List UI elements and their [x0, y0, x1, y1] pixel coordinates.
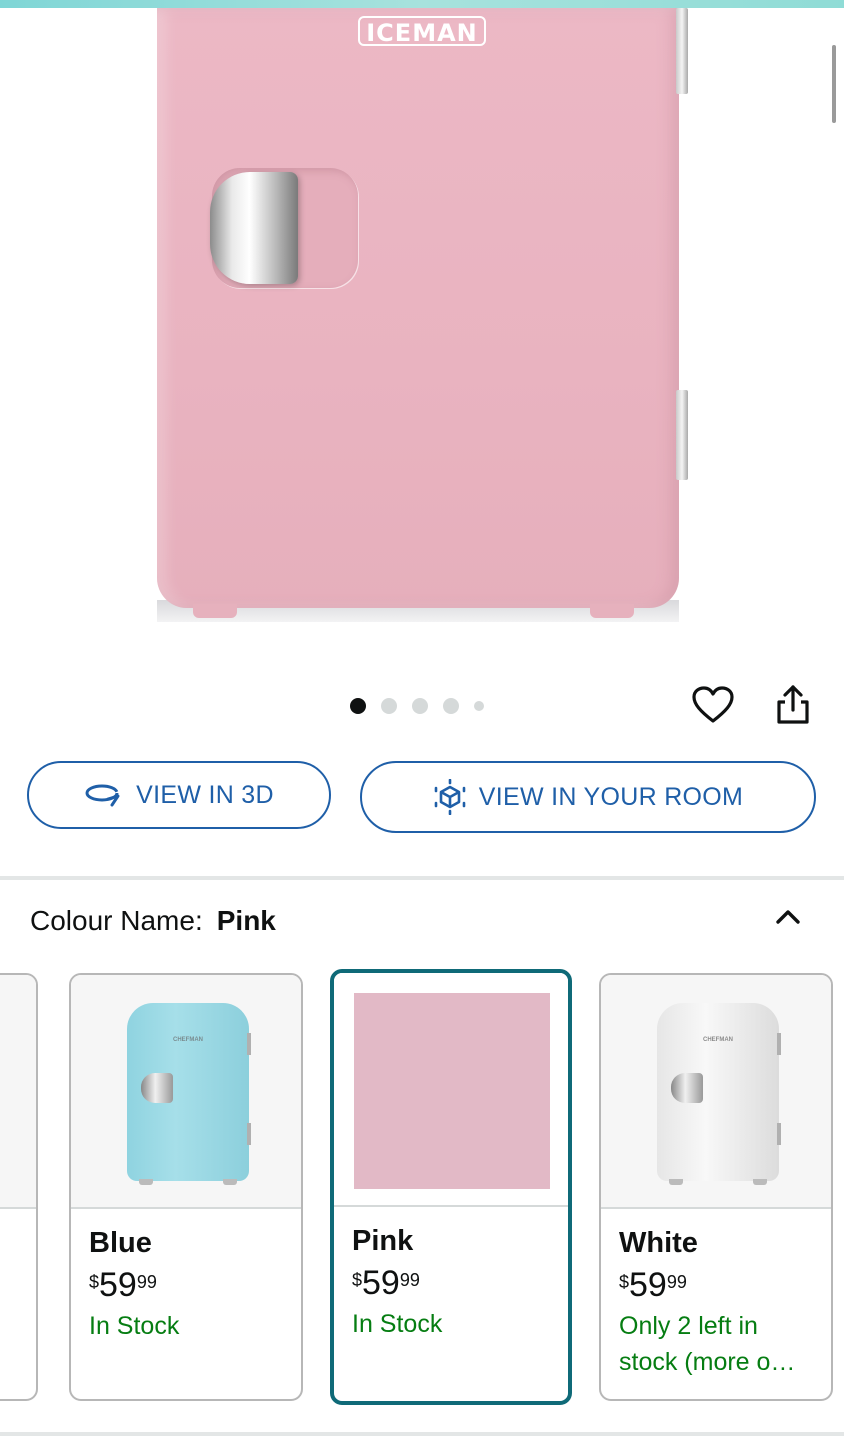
- colour-option-price: $59 99: [89, 1266, 283, 1304]
- colour-option-image: CHEFMAN: [601, 975, 831, 1209]
- favorite-button[interactable]: [690, 682, 736, 728]
- brand-logo: ICEMAN: [358, 16, 486, 47]
- colour-option-pink[interactable]: Pink $59 99 In Stock: [330, 969, 572, 1405]
- colour-option-image: CHEFMAN: [71, 975, 301, 1209]
- view-in-your-room-label: VIEW IN YOUR ROOM: [478, 782, 744, 811]
- heart-icon: [692, 686, 734, 723]
- mini-hinge: [247, 1033, 251, 1055]
- colour-option-name: Pink: [352, 1225, 414, 1257]
- product-image[interactable]: ICEMAN: [0, 8, 844, 648]
- fridge-handle: [210, 172, 298, 284]
- view-in-3d-label: VIEW IN 3D: [136, 780, 274, 809]
- view-in-3d-button[interactable]: VIEW IN 3D: [27, 761, 331, 829]
- share-icon: [777, 685, 809, 724]
- top-accent-bar: [0, 0, 844, 8]
- price-whole: 59: [99, 1266, 137, 1304]
- stock-status: In Stock: [89, 1312, 180, 1340]
- carousel-dot[interactable]: [381, 698, 397, 714]
- fridge-foot-left: [193, 604, 237, 618]
- mini-handle: [141, 1073, 173, 1103]
- fridge-body: [157, 8, 679, 608]
- price-fraction: 99: [399, 1270, 420, 1290]
- share-button[interactable]: [770, 682, 816, 728]
- mini-hinge: [777, 1033, 781, 1055]
- mini-foot: [753, 1179, 767, 1185]
- colour-option-name: White: [619, 1227, 698, 1259]
- price-fraction: 99: [136, 1272, 157, 1292]
- price-whole: 59: [629, 1266, 667, 1304]
- colour-option-image: [0, 975, 36, 1209]
- mini-fridge-white: CHEFMAN: [657, 1003, 781, 1185]
- colour-option-name: Blue: [89, 1227, 152, 1259]
- price-currency: $: [89, 1272, 100, 1292]
- colour-option-price: $59 99: [619, 1266, 813, 1304]
- carousel-dot[interactable]: [443, 698, 459, 714]
- colour-option-price: $59 99: [352, 1264, 550, 1302]
- ar-cube-icon: [434, 779, 466, 815]
- fridge-foot-right: [590, 604, 634, 618]
- mini-fridge-blue: CHEFMAN: [127, 1003, 251, 1185]
- carousel-dot[interactable]: [350, 698, 366, 714]
- colour-option-card[interactable]: [0, 973, 38, 1401]
- section-divider: [0, 1432, 844, 1436]
- mini-brand-logo: CHEFMAN: [173, 1037, 203, 1043]
- chevron-up-icon: [776, 910, 800, 924]
- mini-foot: [223, 1179, 237, 1185]
- stock-status: Only 2 left in stock (more o…: [619, 1312, 796, 1376]
- carousel-indicator[interactable]: [350, 698, 484, 714]
- mini-handle: [671, 1073, 703, 1103]
- fridge-hinge-top: [676, 8, 688, 94]
- stock-status: In Stock: [352, 1310, 443, 1338]
- mini-brand-logo: CHEFMAN: [703, 1037, 733, 1043]
- price-fraction: 99: [666, 1272, 687, 1292]
- section-divider: [0, 876, 844, 880]
- carousel-dot[interactable]: [412, 698, 428, 714]
- rotate-3d-icon: [85, 784, 120, 807]
- mini-foot: [139, 1179, 153, 1185]
- price-currency: $: [352, 1270, 363, 1290]
- mini-hinge: [777, 1123, 781, 1145]
- colour-option-blue[interactable]: CHEFMAN Blue $59 99 In Stock: [69, 973, 303, 1401]
- mini-hinge: [247, 1123, 251, 1145]
- price-currency: $: [619, 1272, 630, 1292]
- colour-option-image: [334, 973, 568, 1207]
- colour-name-row: Colour Name: Pink: [30, 905, 276, 937]
- colour-name-label: Colour Name:: [30, 905, 203, 936]
- colour-option-white[interactable]: CHEFMAN White $59 99 Only 2 left in stock…: [599, 973, 833, 1401]
- carousel-dot[interactable]: [474, 701, 484, 711]
- collapse-toggle[interactable]: [770, 898, 806, 934]
- pink-swatch: [354, 993, 550, 1189]
- view-in-your-room-button[interactable]: VIEW IN YOUR ROOM: [360, 761, 816, 833]
- mini-foot: [669, 1179, 683, 1185]
- fridge-hinge-bottom: [676, 390, 688, 480]
- price-whole: 59: [362, 1264, 400, 1302]
- colour-name-value: Pink: [216, 905, 276, 936]
